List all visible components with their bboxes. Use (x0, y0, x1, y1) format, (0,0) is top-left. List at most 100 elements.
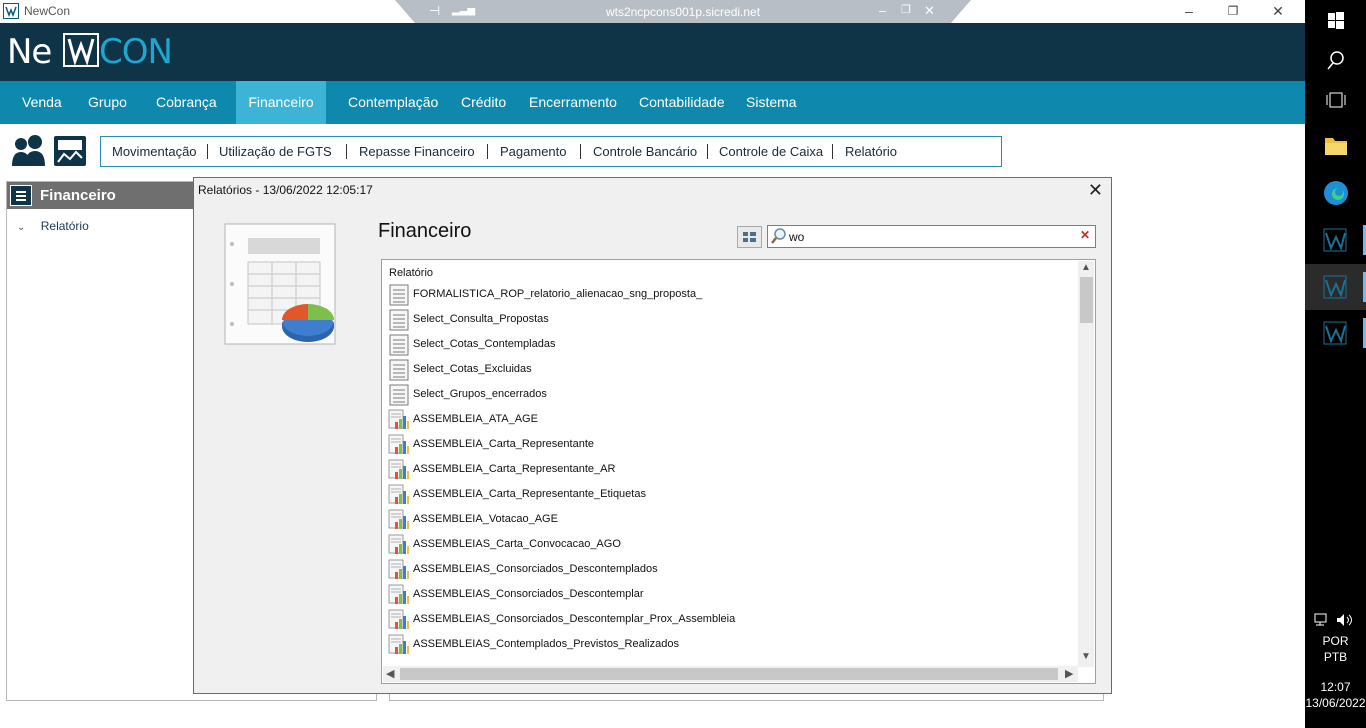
scroll-up-icon[interactable]: ▲ (1081, 262, 1091, 273)
chart-report-icon (388, 634, 410, 659)
file-explorer-icon[interactable] (1305, 122, 1366, 168)
list-item[interactable]: ASSEMBLEIA_ATA_AGE (386, 407, 1076, 432)
clear-search-icon[interactable]: ✕ (1080, 228, 1090, 242)
menu-item-grupo[interactable]: Grupo (88, 81, 127, 124)
submenu-nav: Movimentação Utilização de FGTS Repasse … (100, 136, 1002, 167)
edge-browser-icon[interactable] (1305, 170, 1366, 216)
network-icon[interactable] (1313, 612, 1333, 631)
minimize-button[interactable]: – (1179, 2, 1199, 20)
scroll-left-icon[interactable]: ◀ (386, 667, 394, 680)
menu-item-contabilidade[interactable]: Contabilidade (639, 81, 725, 124)
search-box: ✕ (767, 225, 1096, 248)
menu-item-financeiro[interactable]: Financeiro (236, 81, 326, 124)
volume-icon[interactable] (1335, 612, 1355, 631)
menu-item-venda[interactable]: Venda (22, 81, 62, 124)
list-item[interactable]: ASSEMBLEIAS_Consorciados_Descontemplar_P… (386, 607, 1076, 632)
submenu-controle-caixa[interactable]: Controle de Caixa (719, 137, 823, 166)
submenu-separator (707, 144, 708, 159)
report-rows: FORMALISTICA_ROP_relatorio_alienacao_sng… (386, 282, 1076, 657)
document-report-icon (388, 359, 410, 384)
menu-item-contemplacao[interactable]: Contemplação (348, 81, 438, 124)
report-name: Select_Cotas_Excluidas (413, 363, 532, 375)
menu-item-cobranca[interactable]: Cobrança (156, 81, 217, 124)
submenu-utilizacao-fgts[interactable]: Utilização de FGTS (219, 137, 332, 166)
search-input[interactable] (789, 228, 1069, 245)
report-name: ASSEMBLEIAS_Consorciados_Descontemplar (413, 588, 644, 600)
dialog-title: Relatórios - 13/06/2022 12:05:17 (198, 183, 373, 197)
report-name: ASSEMBLEIA_ATA_AGE (413, 413, 538, 425)
close-button[interactable]: ✕ (1268, 2, 1288, 20)
list-item[interactable]: ASSEMBLEIAS_Carta_Convocacao_AGO (386, 532, 1076, 557)
chevron-down-icon[interactable]: ⌄ (17, 222, 25, 233)
cash-register-icon[interactable] (52, 134, 88, 171)
list-item[interactable]: ASSEMBLEIA_Votacao_AGE (386, 507, 1076, 532)
menu-item-credito[interactable]: Crédito (461, 81, 506, 124)
search-icon (770, 227, 788, 248)
reports-dialog: Relatórios - 13/06/2022 12:05:17 ✕ Finan… (193, 177, 1112, 694)
rdp-close-button[interactable]: ✕ (924, 3, 935, 19)
newcon-taskbar-icon[interactable] (1305, 310, 1366, 356)
menu-item-encerramento[interactable]: Encerramento (529, 81, 617, 124)
rdp-restore-button[interactable]: ❐ (901, 3, 911, 16)
report-name: ASSEMBLEIAS_Carta_Convocacao_AGO (413, 538, 621, 550)
task-view-icon[interactable] (1305, 78, 1366, 124)
logo-text-con: CON (99, 32, 173, 72)
document-report-icon (388, 284, 410, 309)
submenu-repasse-financeiro[interactable]: Repasse Financeiro (359, 137, 475, 166)
report-name: ASSEMBLEIAS_Consorciados_Descontemplados (413, 563, 658, 575)
list-item[interactable]: Select_Grupos_encerrados (386, 382, 1076, 407)
windows-taskbar: POR PTB 12:07 13/06/2022 (1305, 0, 1366, 728)
main-menu: Venda Grupo Cobrança Financeiro Contempl… (0, 81, 1305, 124)
chart-report-icon (388, 559, 410, 584)
users-icon[interactable] (11, 134, 47, 171)
rdp-minimize-button[interactable]: – (879, 3, 886, 18)
vertical-scrollbar[interactable]: ▲ ▼ (1078, 261, 1094, 667)
submenu-relatorio[interactable]: Relatório (845, 137, 897, 166)
list-item[interactable]: Select_Cotas_Contempladas (386, 332, 1076, 357)
horizontal-scroll-thumb[interactable] (400, 668, 1058, 680)
report-name: ASSEMBLEIA_Carta_Representante (413, 438, 594, 450)
list-item[interactable]: ASSEMBLEIAS_Consorciados_Descontemplados (386, 557, 1076, 582)
chart-report-icon (388, 534, 410, 559)
list-item[interactable]: ASSEMBLEIA_Carta_Representante_Etiquetas (386, 482, 1076, 507)
submenu-separator (832, 144, 833, 159)
input-language-indicator[interactable]: POR PTB (1305, 633, 1366, 665)
scroll-down-icon[interactable]: ▼ (1081, 651, 1091, 662)
restore-button[interactable]: ❐ (1223, 2, 1243, 20)
scroll-right-icon[interactable]: ▶ (1065, 667, 1073, 680)
submenu-movimentacao[interactable]: Movimentação (112, 137, 197, 166)
list-item[interactable]: ASSEMBLEIAS_Contemplados_Previstos_Reali… (386, 632, 1076, 657)
list-item[interactable]: FORMALISTICA_ROP_relatorio_alienacao_sng… (386, 282, 1076, 307)
report-list: Relatório FORMALISTICA_ROP_relatorio_ali… (381, 259, 1096, 684)
submenu-pagamento[interactable]: Pagamento (500, 137, 567, 166)
report-name: Select_Consulta_Propostas (413, 313, 549, 325)
chart-report-icon (388, 484, 410, 509)
document-report-icon (388, 309, 410, 334)
app-header: Ne CON (0, 23, 1305, 81)
newcon-taskbar-icon-active[interactable] (1305, 264, 1366, 310)
logo-text-ne: Ne (7, 32, 52, 72)
submenu-controle-bancario[interactable]: Controle Bancário (593, 137, 697, 166)
horizontal-scrollbar[interactable]: ◀ ▶ (383, 666, 1078, 682)
vertical-scroll-thumb[interactable] (1080, 277, 1093, 323)
logo-w-mark (63, 33, 99, 67)
newcon-taskbar-icon[interactable] (1305, 217, 1366, 263)
dialog-close-icon[interactable]: ✕ (1088, 180, 1103, 201)
list-menu-icon[interactable] (10, 185, 32, 206)
list-item[interactable]: ASSEMBLEIA_Carta_Representante (386, 432, 1076, 457)
report-name: Select_Grupos_encerrados (413, 388, 547, 400)
menu-item-sistema[interactable]: Sistema (746, 81, 797, 124)
column-header-relatorio[interactable]: Relatório (389, 267, 433, 279)
rdp-connection-bar: ⊣ ▂▃▅ wts2ncpcons001p.sicredi.net – ❐ ✕ (395, 0, 971, 23)
list-item[interactable]: Select_Cotas_Excluidas (386, 357, 1076, 382)
report-name: ASSEMBLEIAS_Contemplados_Previstos_Reali… (413, 638, 679, 650)
system-clock[interactable]: 12:07 13/06/2022 (1305, 679, 1366, 711)
list-item[interactable]: ASSEMBLEIAS_Consorciados_Descontemplar (386, 582, 1076, 607)
tree-item-relatorio[interactable]: ⌄ Relatório (17, 219, 89, 233)
view-mode-button[interactable] (737, 226, 762, 248)
report-name: Select_Cotas_Contempladas (413, 338, 556, 350)
list-item[interactable]: ASSEMBLEIA_Carta_Representante_AR (386, 457, 1076, 482)
list-item[interactable]: Select_Consulta_Propostas (386, 307, 1076, 332)
chart-report-icon (388, 509, 410, 534)
submenu-row: Movimentação Utilização de FGTS Repasse … (0, 124, 1305, 178)
